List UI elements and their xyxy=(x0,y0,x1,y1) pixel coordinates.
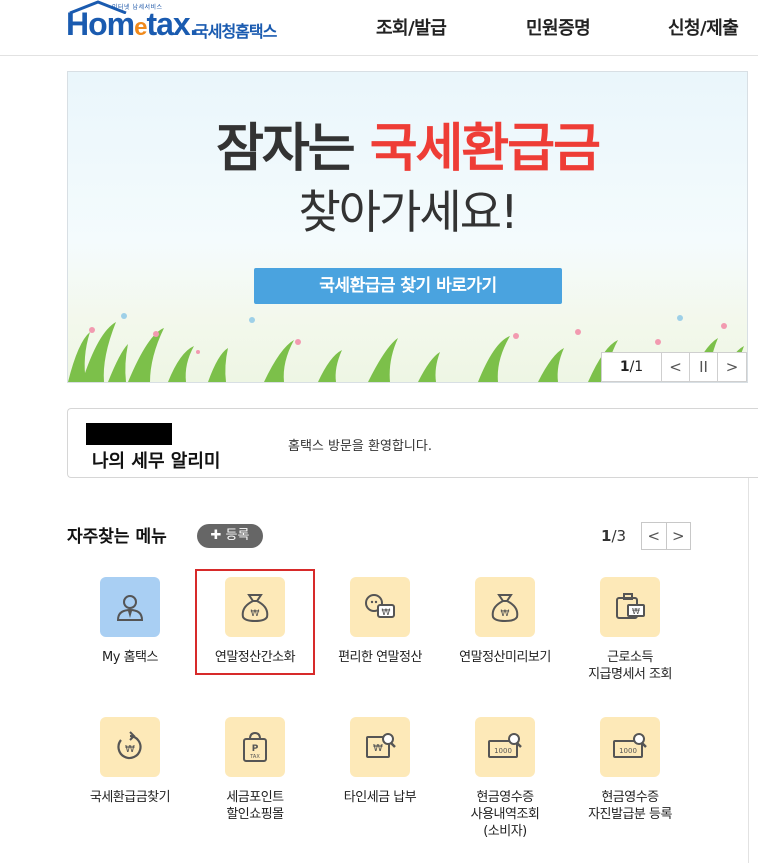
menu-item-label: 연말정산미리보기 xyxy=(459,650,551,665)
refund-icon: ₩ xyxy=(100,717,160,777)
banner-cta-button[interactable]: 국세환급금 찾기 바로가기 xyxy=(254,268,562,304)
menu-item-pay-others-tax[interactable]: ₩ 타인세금 납부 xyxy=(320,717,440,806)
menu-item-easy-year-end[interactable]: ₩ 편리한 연말정산 xyxy=(320,577,440,666)
banner-page-count: 1/1 xyxy=(602,353,662,381)
receipt-search-icon: 1000 xyxy=(475,717,535,777)
menu-item-earned-income-statement[interactable]: ₩ 근로소득 지급명세서 조회 xyxy=(570,577,690,683)
banner-pause-button[interactable]: II xyxy=(690,353,718,381)
menu-item-label: 국세환급금찾기 xyxy=(89,790,171,805)
svg-text:₩: ₩ xyxy=(373,743,383,754)
menu-item-label: 현금영수증 사용내역조회 (소비자) xyxy=(470,790,540,839)
svg-text:1000: 1000 xyxy=(494,747,512,755)
menu-item-tax-point-mall[interactable]: P TAX 세금포인트 할인쇼핑몰 xyxy=(195,717,315,823)
menu-item-label: My 홈택스 xyxy=(102,650,158,665)
user-icon xyxy=(100,577,160,637)
nav-apply-submit[interactable]: 신청/제출 xyxy=(668,14,739,40)
hometax-logo[interactable]: 인터넷 납세서비스 Hometax. 국세청홈택스 xyxy=(66,0,306,50)
frequent-prev-button[interactable]: < xyxy=(642,523,667,549)
svg-text:TAX: TAX xyxy=(249,754,260,760)
menu-item-my-hometax[interactable]: My 홈택스 xyxy=(70,577,190,666)
logo-subtitle: 국세청홈택스 xyxy=(194,22,277,41)
svg-text:₩: ₩ xyxy=(251,609,260,619)
menu-item-cash-receipt-consumer[interactable]: 1000 현금영수증 사용내역조회 (소비자) xyxy=(445,717,565,840)
menu-item-label: 근로소득 지급명세서 조회 xyxy=(588,650,672,682)
money-bag-icon: ₩ xyxy=(475,577,535,637)
money-bag-icon: ₩ xyxy=(225,577,285,637)
menu-item-cash-receipt-self-issue[interactable]: 1000 현금영수증 자진발급분 등록 xyxy=(570,717,690,823)
welcome-message: 홈택스 방문을 환영합니다. xyxy=(288,439,432,454)
banner-prev-button[interactable]: < xyxy=(662,353,690,381)
nav-certificates[interactable]: 민원증명 xyxy=(526,14,591,40)
frequent-menu-page: 1/3 xyxy=(601,527,627,545)
menu-item-label: 타인세금 납부 xyxy=(343,790,417,805)
menu-item-year-end-simplified[interactable]: ₩ 연말정산간소화 xyxy=(195,577,315,666)
banner-pager: 1/1 < II > xyxy=(601,352,747,382)
redacted-username xyxy=(86,423,172,445)
banner-subheadline: 찾아가세요! xyxy=(298,185,518,239)
menu-item-label: 편리한 연말정산 xyxy=(338,650,422,665)
site-header: 인터넷 납세서비스 Hometax. 국세청홈택스 조회/발급 민원증명 신청/… xyxy=(0,0,758,56)
register-menu-button[interactable]: ✚ 등록 xyxy=(197,524,263,548)
svg-text:₩: ₩ xyxy=(632,607,640,616)
shopping-bag-icon: P TAX xyxy=(225,717,285,777)
receipt-search-icon: 1000 xyxy=(600,717,660,777)
menu-item-year-end-preview[interactable]: ₩ 연말정산미리보기 xyxy=(445,577,565,666)
menu-item-label: 세금포인트 할인쇼핑몰 xyxy=(226,790,284,822)
menu-item-tax-refund-search[interactable]: ₩ 국세환급금찾기 xyxy=(70,717,190,806)
svg-text:₩: ₩ xyxy=(501,609,510,619)
svg-text:₩: ₩ xyxy=(382,608,391,618)
menu-item-label: 현금영수증 자진발급분 등록 xyxy=(588,790,672,822)
logo-wordmark: Hometax. xyxy=(66,6,199,42)
frequent-menu-pager: < > xyxy=(641,522,691,550)
tax-alert-panel: 나의 세무 알리미 홈택스 방문을 환영합니다. xyxy=(67,408,758,478)
frequent-next-button[interactable]: > xyxy=(667,523,691,549)
divider xyxy=(748,478,749,863)
svg-text:₩: ₩ xyxy=(125,744,135,755)
coin-chat-icon: ₩ xyxy=(350,577,410,637)
menu-item-label: 연말정산간소화 xyxy=(214,650,296,665)
svg-text:1000: 1000 xyxy=(619,747,637,755)
banner-next-button[interactable]: > xyxy=(718,353,746,381)
frequent-menu-title: 자주찾는 메뉴 xyxy=(67,527,167,547)
tax-alert-title: 나의 세무 알리미 xyxy=(92,451,221,472)
bill-search-icon: ₩ xyxy=(350,717,410,777)
main-banner[interactable]: 잠자는 국세환급금 찾아가세요! 국세환급금 찾기 바로가기 1/1 < II … xyxy=(67,71,748,383)
banner-headline: 잠자는 국세환급금 xyxy=(216,119,601,179)
wallet-icon: ₩ xyxy=(600,577,660,637)
nav-lookup-issue[interactable]: 조회/발급 xyxy=(376,14,447,40)
svg-text:P: P xyxy=(252,744,259,754)
